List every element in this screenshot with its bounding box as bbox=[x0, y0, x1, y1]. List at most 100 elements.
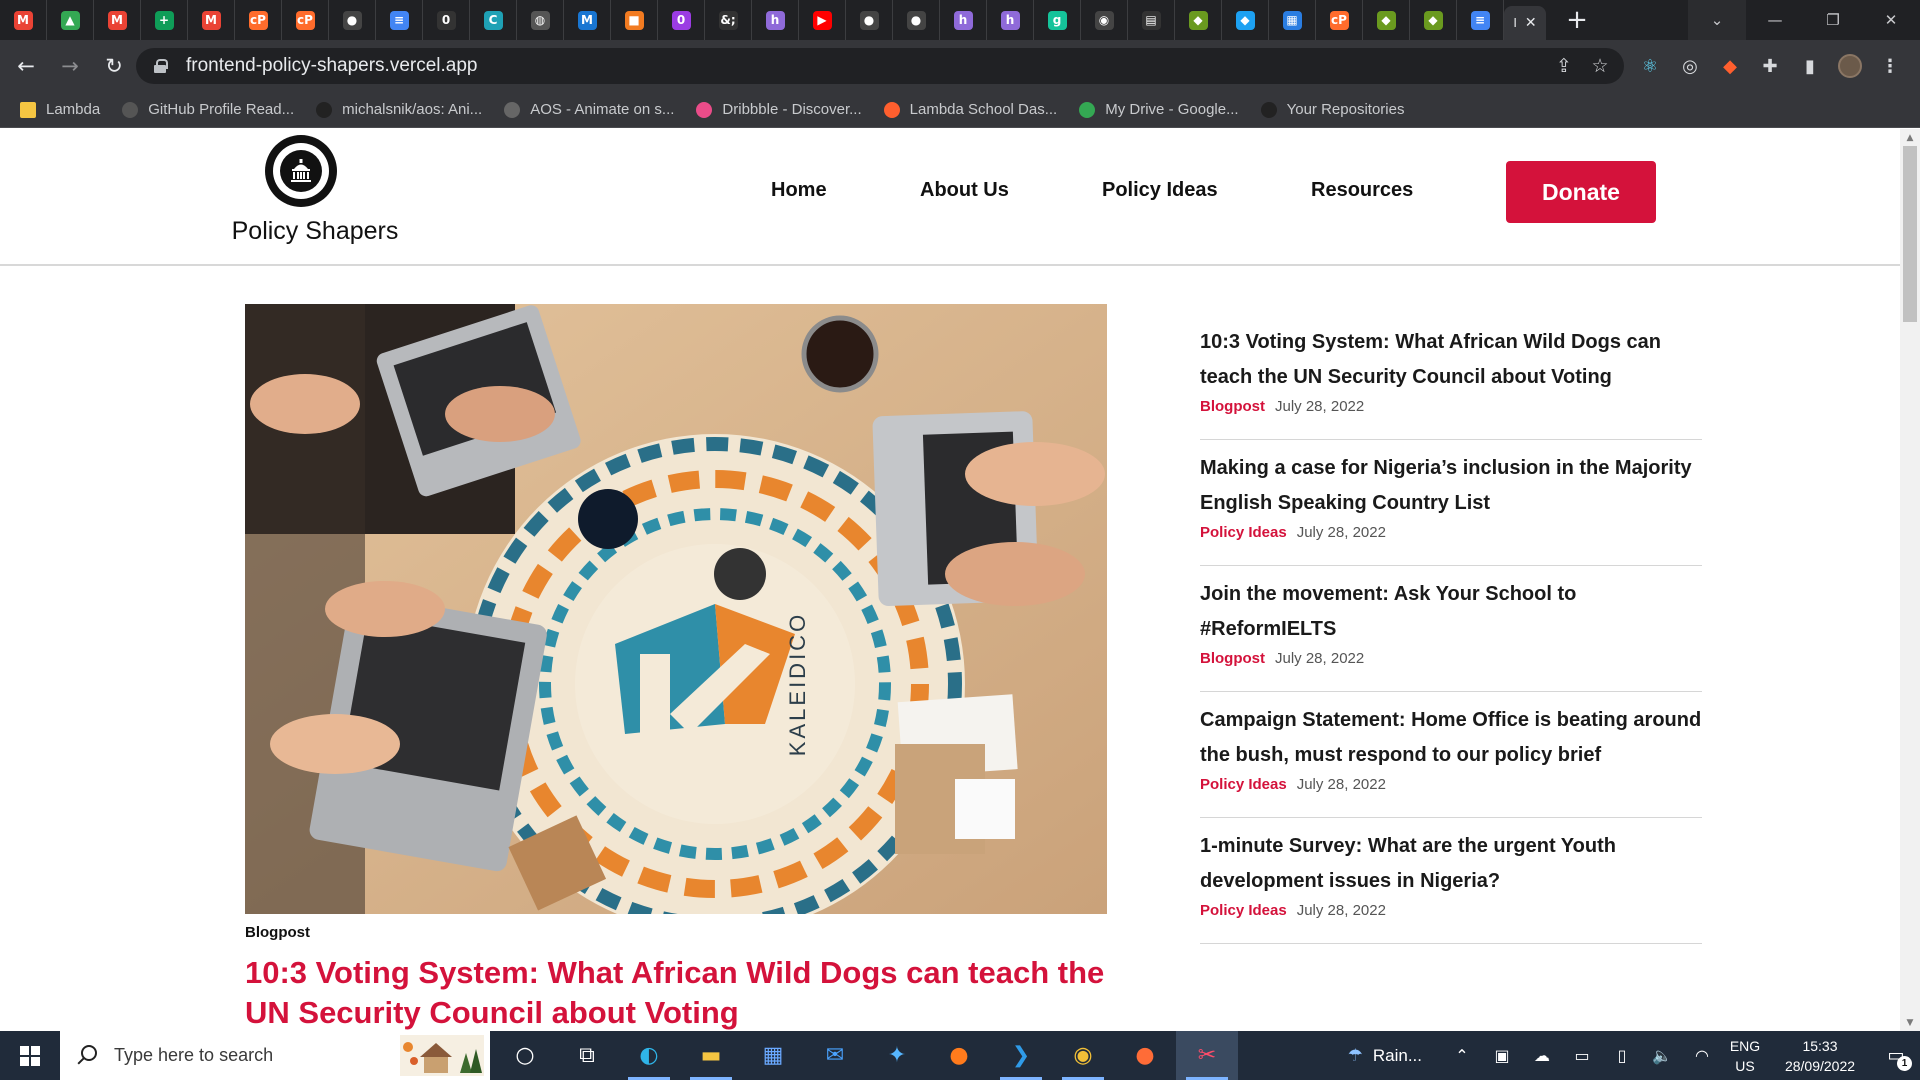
microsoft-store-icon[interactable]: ▦ bbox=[742, 1031, 804, 1080]
browser-tab[interactable]: ≡ bbox=[1457, 0, 1504, 40]
browser-tab[interactable]: 0 bbox=[423, 0, 470, 40]
start-button[interactable] bbox=[0, 1031, 60, 1080]
snipping-tool-icon[interactable]: ✂ bbox=[1176, 1031, 1238, 1080]
browser-tab[interactable]: ● bbox=[329, 0, 376, 40]
mail-icon[interactable]: ✉ bbox=[804, 1031, 866, 1080]
browser-tab[interactable]: cP bbox=[1316, 0, 1363, 40]
browser-tab[interactable]: C bbox=[470, 0, 517, 40]
browser-tab[interactable]: + bbox=[141, 0, 188, 40]
bookmark-star-icon[interactable]: ☆ bbox=[1582, 48, 1618, 84]
bookmark-item[interactable]: GitHub Profile Read... bbox=[122, 101, 294, 118]
forward-icon[interactable]: → bbox=[52, 48, 88, 84]
safari-icon[interactable]: ✦ bbox=[866, 1031, 928, 1080]
post-item[interactable]: 1-minute Survey: What are the urgent You… bbox=[1200, 818, 1702, 944]
browser-tab[interactable]: ◍ bbox=[517, 0, 564, 40]
chrome-icon[interactable]: ◉ bbox=[1052, 1031, 1114, 1080]
lock-icon[interactable] bbox=[154, 59, 168, 73]
vscode-icon[interactable]: ❯ bbox=[990, 1031, 1052, 1080]
donate-button[interactable]: Donate bbox=[1506, 161, 1656, 223]
browser-tab[interactable]: ▦ bbox=[1269, 0, 1316, 40]
url-text[interactable]: frontend-policy-shapers.vercel.app bbox=[186, 55, 478, 77]
post-item[interactable]: 10:3 Voting System: What African Wild Do… bbox=[1200, 314, 1702, 440]
browser-tab[interactable]: h bbox=[940, 0, 987, 40]
bookmark-item[interactable]: Your Repositories bbox=[1260, 101, 1404, 118]
post-item[interactable]: Making a case for Nigeria’s inclusion in… bbox=[1200, 440, 1702, 566]
post-title[interactable]: Join the movement: Ask Your School to #R… bbox=[1200, 577, 1710, 647]
browser-tab[interactable]: M bbox=[564, 0, 611, 40]
taskbar-search-box[interactable]: Type here to search bbox=[60, 1031, 490, 1080]
post-category[interactable]: Policy Ideas bbox=[1200, 902, 1287, 919]
post-category[interactable]: Policy Ideas bbox=[1200, 776, 1287, 793]
bookmark-item[interactable]: My Drive - Google... bbox=[1079, 101, 1239, 118]
extension-circle-icon[interactable]: ◎ bbox=[1670, 48, 1710, 84]
firefox-icon[interactable]: ● bbox=[928, 1031, 990, 1080]
browser-tab[interactable]: ● bbox=[846, 0, 893, 40]
minimize-icon[interactable]: — bbox=[1746, 0, 1804, 40]
wifi-icon[interactable]: ◠ bbox=[1682, 1031, 1722, 1080]
capitol-logo-icon[interactable] bbox=[265, 135, 337, 207]
post-title[interactable]: Making a case for Nigeria’s inclusion in… bbox=[1200, 451, 1710, 521]
nav-resources[interactable]: Resources bbox=[1311, 179, 1413, 202]
back-icon[interactable]: ← bbox=[8, 48, 44, 84]
browser-tab[interactable]: h bbox=[752, 0, 799, 40]
weather-widget[interactable]: ☂ Rain... bbox=[1348, 1046, 1422, 1066]
browser-tab[interactable]: ▤ bbox=[1128, 0, 1175, 40]
react-devtools-icon[interactable]: ⚛ bbox=[1630, 48, 1670, 84]
post-title[interactable]: 10:3 Voting System: What African Wild Do… bbox=[1200, 325, 1710, 395]
hero-title[interactable]: 10:3 Voting System: What African Wild Do… bbox=[245, 953, 1125, 1031]
browser-tab[interactable]: ● bbox=[893, 0, 940, 40]
browser-tab[interactable]: g bbox=[1034, 0, 1081, 40]
postman-icon[interactable]: ● bbox=[1114, 1031, 1176, 1080]
browser-tab[interactable]: ◆ bbox=[1410, 0, 1457, 40]
nav-policy-ideas[interactable]: Policy Ideas bbox=[1102, 179, 1218, 202]
browser-tab[interactable]: cP bbox=[282, 0, 329, 40]
nav-about-us[interactable]: About Us bbox=[920, 179, 1009, 202]
browser-tab[interactable]: ◆ bbox=[1222, 0, 1269, 40]
browser-tab[interactable]: M bbox=[94, 0, 141, 40]
page-scrollbar[interactable]: ▲ ▼ bbox=[1900, 129, 1920, 1031]
new-tab-button[interactable]: + bbox=[1560, 3, 1594, 37]
notification-center-icon[interactable]: ▭ 1 bbox=[1872, 1031, 1920, 1080]
browser-tab[interactable]: &; bbox=[705, 0, 752, 40]
extensions-puzzle-icon[interactable]: ✚ bbox=[1750, 48, 1790, 84]
cortana-icon[interactable]: ○ bbox=[494, 1031, 556, 1080]
menu-kebab-icon[interactable]: ⋮ bbox=[1870, 48, 1910, 84]
restore-icon[interactable]: ❐ bbox=[1804, 0, 1862, 40]
meet-now-icon[interactable]: ▣ bbox=[1482, 1031, 1522, 1080]
post-category[interactable]: Blogpost bbox=[1200, 398, 1265, 415]
post-item[interactable]: Campaign Statement: Home Office is beati… bbox=[1200, 692, 1702, 818]
browser-tab[interactable]: M bbox=[0, 0, 47, 40]
post-item[interactable]: Join the movement: Ask Your School to #R… bbox=[1200, 566, 1702, 692]
post-title[interactable]: Campaign Statement: Home Office is beati… bbox=[1200, 703, 1710, 773]
browser-tab[interactable]: h bbox=[987, 0, 1034, 40]
scroll-up-icon[interactable]: ▲ bbox=[1900, 129, 1920, 146]
edge-icon[interactable]: ◐ bbox=[618, 1031, 680, 1080]
tab-search-icon[interactable]: ⌄ bbox=[1688, 0, 1746, 40]
brand-name[interactable]: Policy Shapers bbox=[210, 217, 420, 246]
profile-avatar[interactable] bbox=[1830, 48, 1870, 84]
hero-image[interactable]: KALEIDICO bbox=[245, 304, 1107, 914]
close-tab-icon[interactable]: ✕ bbox=[1525, 15, 1537, 31]
task-view-icon[interactable]: ⧉ bbox=[556, 1031, 618, 1080]
close-window-icon[interactable]: ✕ bbox=[1862, 0, 1920, 40]
browser-tab[interactable]: M bbox=[188, 0, 235, 40]
nav-home[interactable]: Home bbox=[771, 179, 827, 202]
extension-orange-icon[interactable]: ◆ bbox=[1710, 48, 1750, 84]
language-indicator[interactable]: ENG US bbox=[1722, 1036, 1768, 1076]
display-icon[interactable]: ▭ bbox=[1562, 1031, 1602, 1080]
volume-icon[interactable]: 🔈 bbox=[1642, 1031, 1682, 1080]
browser-tab[interactable]: ◆ bbox=[1363, 0, 1410, 40]
search-highlight-illustration[interactable] bbox=[400, 1035, 484, 1076]
onedrive-icon[interactable]: ☁ bbox=[1522, 1031, 1562, 1080]
bookmark-item[interactable]: Dribbble - Discover... bbox=[696, 101, 862, 118]
bookmark-item[interactable]: AOS - Animate on s... bbox=[504, 101, 674, 118]
browser-tab[interactable]: cP bbox=[235, 0, 282, 40]
clock[interactable]: 15:33 28/09/2022 bbox=[1768, 1036, 1872, 1076]
browser-tab[interactable]: ◉ bbox=[1081, 0, 1128, 40]
browser-tab[interactable]: ◆ bbox=[1175, 0, 1222, 40]
browser-tab[interactable]: ▶ bbox=[799, 0, 846, 40]
active-tab[interactable]: I ✕ bbox=[1504, 6, 1546, 40]
chevron-up-icon[interactable]: ⌃ bbox=[1442, 1031, 1482, 1080]
file-explorer-icon[interactable]: ▬ bbox=[680, 1031, 742, 1080]
battery-icon[interactable]: ▯ bbox=[1602, 1031, 1642, 1080]
